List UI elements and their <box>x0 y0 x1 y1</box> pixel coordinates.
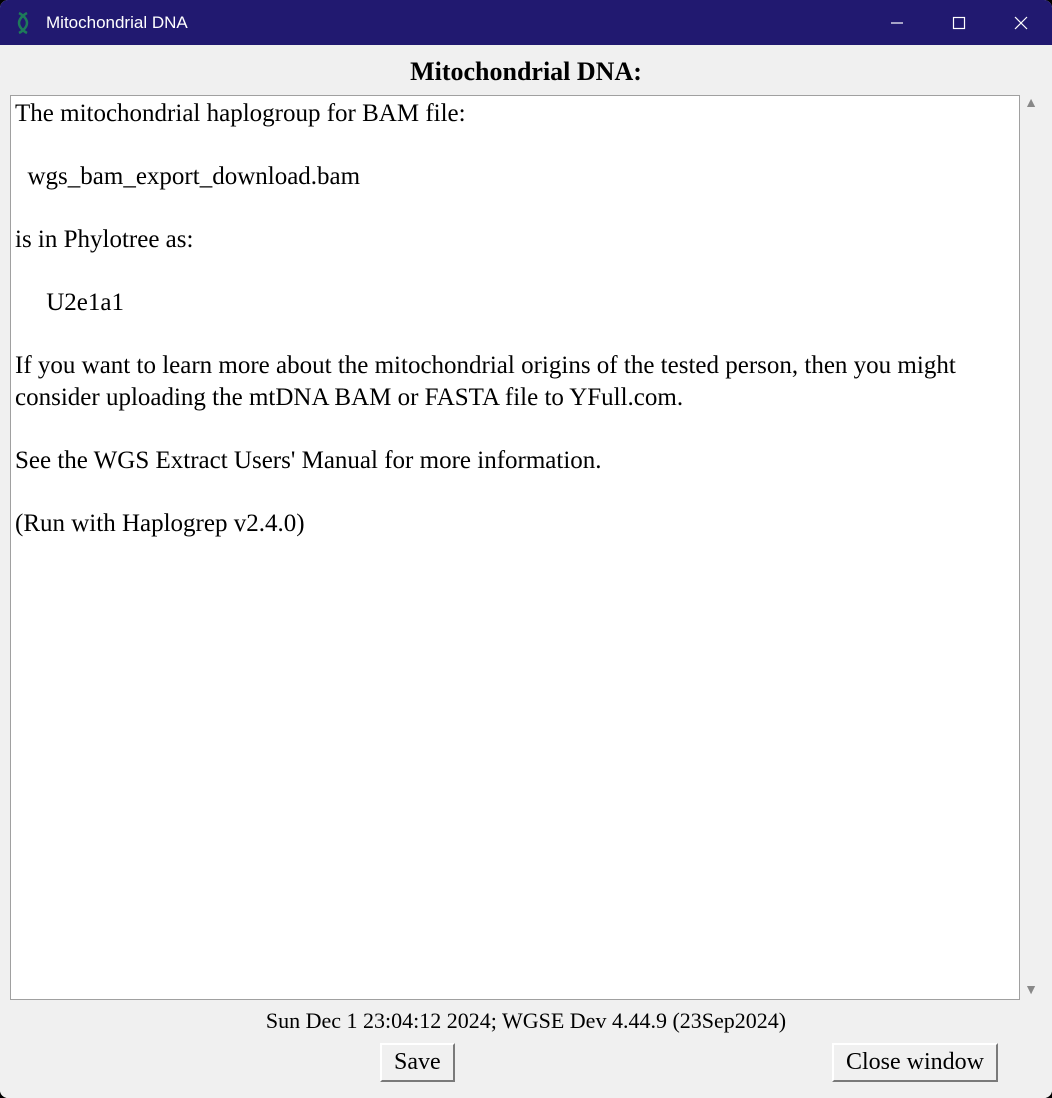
minimize-button[interactable] <box>866 0 928 45</box>
titlebar[interactable]: Mitochondrial DNA <box>0 0 1052 45</box>
app-window: Mitochondrial DNA Mitochondrial DNA: The… <box>0 0 1052 1098</box>
page-heading: Mitochondrial DNA: <box>10 53 1042 95</box>
dna-helix-icon <box>12 12 34 34</box>
maximize-button[interactable] <box>928 0 990 45</box>
scroll-up-icon[interactable]: ▲ <box>1024 97 1038 111</box>
button-row: Save Close window <box>10 1038 1042 1088</box>
status-bar: Sun Dec 1 23:04:12 2024; WGSE Dev 4.44.9… <box>10 1000 1042 1038</box>
close-window-button[interactable] <box>990 0 1052 45</box>
scroll-down-icon[interactable]: ▼ <box>1024 984 1038 998</box>
content-area: Mitochondrial DNA: The mitochondrial hap… <box>0 45 1052 1098</box>
titlebar-title: Mitochondrial DNA <box>46 13 866 33</box>
save-button[interactable]: Save <box>380 1043 455 1082</box>
close-button[interactable]: Close window <box>832 1043 998 1082</box>
window-controls <box>866 0 1052 45</box>
text-container: The mitochondrial haplogroup for BAM fil… <box>10 95 1042 1000</box>
result-text[interactable]: The mitochondrial haplogroup for BAM fil… <box>10 95 1020 1000</box>
scrollbar[interactable]: ▲ ▼ <box>1020 95 1042 1000</box>
